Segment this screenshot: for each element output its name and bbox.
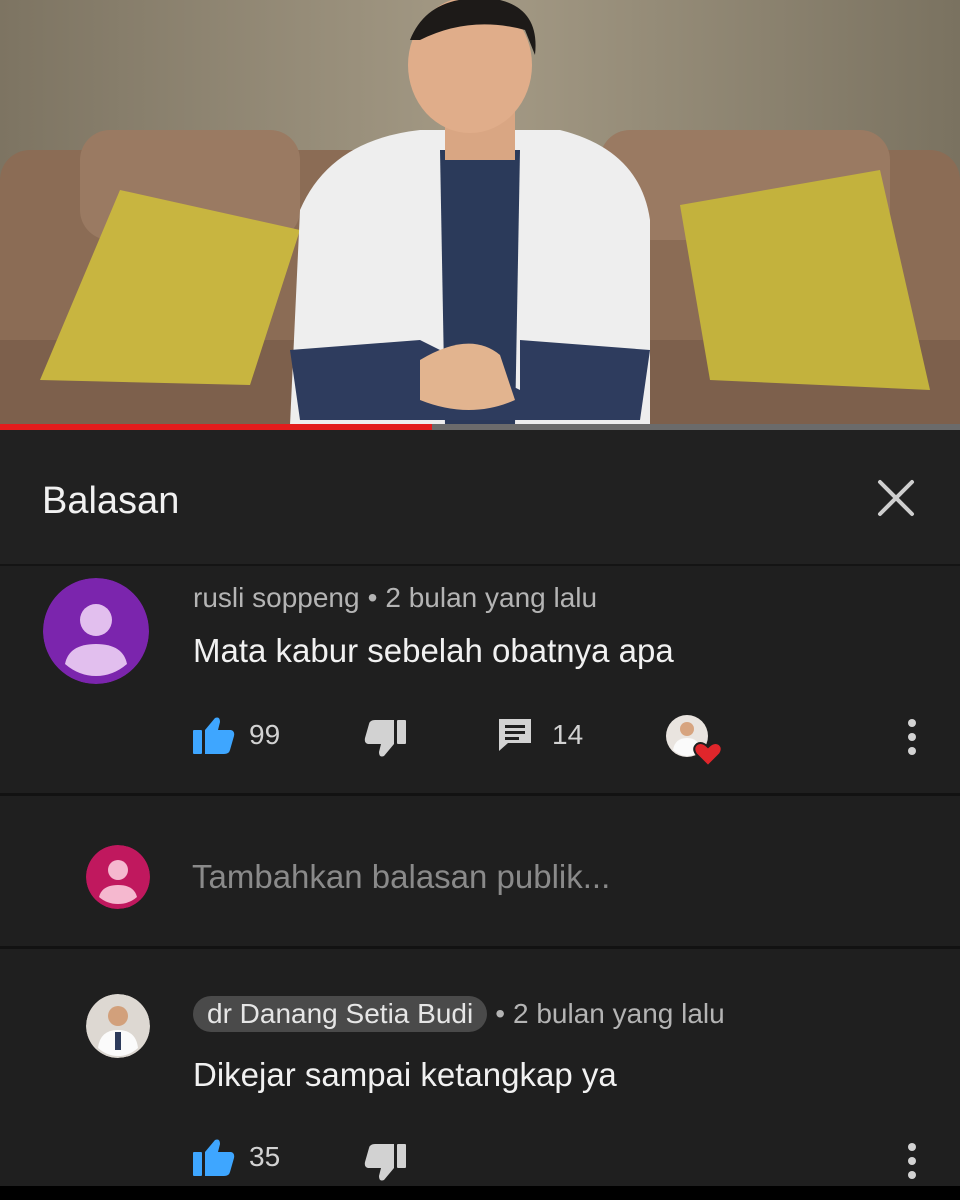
thumbs-up-icon — [193, 717, 235, 754]
dislike-button[interactable] — [364, 720, 406, 758]
comment-author[interactable]: rusli soppeng — [193, 582, 360, 613]
reply-time: 2 bulan yang lalu — [513, 998, 725, 1029]
more-vert-icon — [908, 719, 916, 755]
reply-dislike-button[interactable] — [364, 1144, 406, 1182]
thumbs-up-icon — [193, 1139, 235, 1176]
creator-heart-icon — [666, 715, 723, 768]
thumbs-down-icon — [364, 720, 406, 757]
video-frame — [0, 0, 960, 425]
more-options-button[interactable] — [905, 716, 919, 758]
comment-text: Mata kabur sebelah obatnya apa — [193, 632, 674, 669]
divider — [0, 946, 960, 949]
divider — [0, 793, 960, 796]
close-icon — [878, 480, 914, 516]
user-avatar-icon — [43, 578, 149, 684]
thumbs-down-icon — [364, 1144, 406, 1181]
reply-meta: dr Danang Setia Budi • 2 bulan yang lalu — [193, 996, 725, 1032]
reply-author-chip[interactable]: dr Danang Setia Budi — [193, 996, 488, 1032]
comment-time: 2 bulan yang lalu — [385, 582, 598, 613]
reply-like-button[interactable]: 35 — [193, 1138, 280, 1176]
user-avatar-icon — [86, 845, 150, 909]
reply-count-button[interactable]: 14 — [496, 716, 583, 754]
comment: rusli soppeng • 2 bulan yang lalu Mata kab… — [0, 566, 960, 796]
like-count: 99 — [249, 719, 281, 750]
reply-text: Dikejar sampai ketangkap ya — [193, 1056, 617, 1093]
replies-header: Balasan — [0, 430, 960, 566]
comment-meta: rusli soppeng • 2 bulan yang lalu — [193, 582, 597, 614]
my-avatar — [86, 845, 150, 909]
reply-more-options-button[interactable] — [905, 1140, 919, 1182]
reply-input[interactable]: Tambahkan balasan publik... — [192, 858, 610, 896]
meta-separator: • — [495, 998, 505, 1029]
meta-separator: • — [367, 582, 378, 613]
reply-like-count: 35 — [249, 1141, 281, 1172]
avatar[interactable] — [43, 578, 149, 684]
more-vert-icon — [908, 1143, 916, 1179]
doctor-avatar-icon — [86, 994, 150, 1058]
comment-icon — [499, 719, 531, 751]
like-button[interactable]: 99 — [193, 716, 280, 754]
reply-avatar[interactable] — [86, 994, 150, 1058]
panel-title: Balasan — [42, 480, 180, 522]
video-player[interactable] — [0, 0, 960, 425]
bottom-edge — [0, 1186, 960, 1200]
creator-heart-badge — [665, 714, 727, 770]
reply-count: 14 — [552, 719, 584, 750]
close-button[interactable] — [872, 474, 920, 522]
